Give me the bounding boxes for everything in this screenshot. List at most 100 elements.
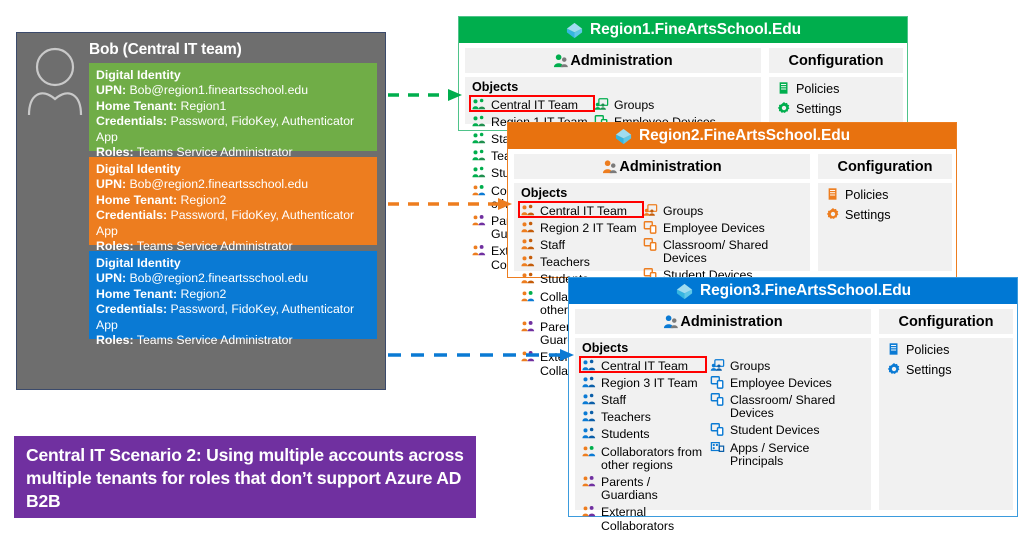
users-group-icon	[521, 273, 535, 284]
object-item-label: External Collaborators	[601, 505, 675, 533]
object-item-students[interactable]: Students	[582, 426, 710, 443]
diagram-canvas: Bob (Central IT team) Digital Identity U…	[0, 0, 1033, 541]
object-item-label: Region 3 IT Team	[601, 375, 698, 390]
config-item-settings[interactable]: Settings	[826, 205, 952, 225]
policies-icon	[828, 188, 837, 200]
devices-icon	[643, 220, 657, 234]
config-item-policies[interactable]: Policies	[887, 340, 1013, 360]
config-item-label: Policies	[906, 343, 950, 357]
users-group-icon	[582, 376, 596, 387]
object-item-groups[interactable]: Groups	[710, 357, 866, 374]
tenant-titlebar: Region1.FineArtsSchool.Edu	[459, 17, 907, 43]
configuration-column: Configuration Policies Settings	[818, 154, 952, 271]
object-item-region-it-team[interactable]: Region 2 IT Team	[521, 219, 643, 236]
users-group-icon	[472, 98, 486, 109]
administration-header-label: Administration	[619, 158, 722, 175]
identity-credentials: Credentials: Password, FidoKey, Authenti…	[96, 114, 355, 144]
object-item-groups[interactable]: Groups	[643, 202, 803, 219]
identity-card-region1: Digital Identity UPN: Bob@region1.finear…	[89, 63, 377, 159]
object-item-region-it-team[interactable]: Region 3 IT Team	[582, 374, 710, 391]
groups-icon	[643, 203, 658, 216]
objects-label: Objects	[582, 341, 629, 355]
object-item-staff[interactable]: Staff	[582, 391, 710, 408]
tenant-body: Administration Objects Central IT Team R…	[459, 43, 907, 271]
orange-connector	[388, 198, 512, 210]
object-item-external-collaborators[interactable]: External Collaborators	[582, 504, 710, 534]
object-item-parents[interactable]: Parents / Guardians	[582, 473, 710, 503]
object-item-label: Classroom/ Shared Devices	[730, 392, 836, 421]
object-item-staff[interactable]: Staff	[521, 236, 643, 253]
users-group-icon	[582, 410, 596, 422]
object-item-collaborators[interactable]: Collaborators from other regions	[582, 443, 710, 473]
parents-icon	[521, 320, 535, 332]
person-name: Bob (Central IT team)	[89, 41, 242, 58]
tenant-window-region3[interactable]: Region3.FineArtsSchool.Edu Administratio…	[568, 277, 1018, 532]
users-group-icon	[582, 428, 596, 439]
object-item-label: Employee Devices	[663, 220, 765, 235]
admin-person-icon	[664, 315, 679, 329]
users-group-icon	[521, 255, 535, 267]
object-item-label: Staff	[601, 392, 627, 407]
parents-icon	[582, 475, 596, 487]
blue-connector	[388, 349, 574, 361]
gear-icon	[777, 102, 790, 114]
identity-heading: Digital Identity	[96, 162, 181, 176]
object-item-student-devices[interactable]: Student Devices	[710, 422, 866, 439]
tenant-body: Administration Objects Central IT Team R…	[569, 304, 1017, 532]
identity-heading: Digital Identity	[96, 68, 181, 82]
object-item-label: Groups	[730, 358, 771, 373]
administration-header: Administration	[575, 309, 871, 338]
object-item-classroom-devices[interactable]: Classroom/ Shared Devices	[710, 391, 866, 421]
tenant-window-region1[interactable]: Region1.FineArtsSchool.Edu Administratio…	[458, 16, 908, 271]
object-item-employee-devices[interactable]: Employee Devices	[643, 219, 803, 236]
object-item-employee-devices[interactable]: Employee Devices	[710, 374, 866, 391]
object-item-groups[interactable]: Groups	[594, 96, 754, 113]
object-item-central-it-team[interactable]: Central IT Team	[518, 201, 644, 219]
configuration-header-label: Configuration	[788, 52, 884, 69]
object-item-label: Classroom/ Shared Devices	[663, 237, 769, 266]
identity-credentials: Credentials: Password, FidoKey, Authenti…	[96, 302, 355, 332]
object-item-apps-service-principals[interactable]: Apps / Service Principals	[710, 439, 866, 469]
azure-ad-cube-icon	[615, 128, 632, 144]
config-item-label: Policies	[845, 188, 889, 202]
object-item-label: Student Devices	[730, 423, 820, 438]
groups-icon	[594, 97, 609, 110]
policies-icon	[889, 343, 898, 355]
object-item-central-it-team[interactable]: Central IT Team	[579, 356, 710, 374]
tenant-title: Region1.FineArtsSchool.Edu	[590, 21, 801, 38]
objects-left-list: Central IT Team Region 3 IT Team Staff T…	[579, 356, 710, 534]
object-item-label: Apps / Service Principals	[730, 440, 810, 468]
object-item-label: Collaborators from other regions	[601, 444, 703, 472]
groups-icon	[710, 358, 725, 371]
object-item-central-it-team[interactable]: Central IT Team	[469, 95, 595, 113]
users-group-icon	[472, 149, 486, 161]
users-group-icon	[582, 393, 596, 405]
configuration-header: Configuration	[818, 154, 952, 183]
object-item-label: Region 2 IT Team	[540, 220, 637, 235]
users-group-icon	[582, 359, 596, 370]
objects-right-list: Groups Employee Devices Classroom/ Share…	[710, 357, 866, 534]
identity-upn: UPN: Bob@region2.fineartsschool.edu	[96, 271, 309, 286]
administration-header: Administration	[465, 48, 761, 77]
configuration-header: Configuration	[769, 48, 903, 77]
config-item-policies[interactable]: Policies	[777, 79, 903, 99]
config-item-label: Settings	[796, 102, 842, 117]
config-item-policies[interactable]: Policies	[826, 185, 952, 205]
object-item-label: Groups	[614, 97, 655, 112]
tenant-window-region2[interactable]: Region2.FineArtsSchool.Edu Administratio…	[507, 122, 957, 377]
object-item-teachers[interactable]: Teachers	[521, 254, 643, 271]
object-item-classroom-devices[interactable]: Classroom/ Shared Devices	[643, 236, 803, 266]
devices-icon	[710, 423, 724, 437]
devices-icon	[643, 237, 657, 251]
gear-icon	[887, 363, 900, 375]
configuration-header-label: Configuration	[837, 158, 933, 175]
config-item-settings[interactable]: Settings	[777, 99, 903, 119]
config-item-settings[interactable]: Settings	[887, 360, 1013, 380]
identity-heading: Digital Identity	[96, 256, 181, 270]
objects-label: Objects	[472, 80, 519, 94]
collaborators-icon	[521, 290, 535, 301]
person-avatar-icon	[27, 47, 83, 115]
configuration-column: Configuration Policies Settings	[879, 309, 1013, 510]
object-item-label: Teachers	[601, 410, 651, 425]
object-item-teachers[interactable]: Teachers	[582, 409, 710, 426]
